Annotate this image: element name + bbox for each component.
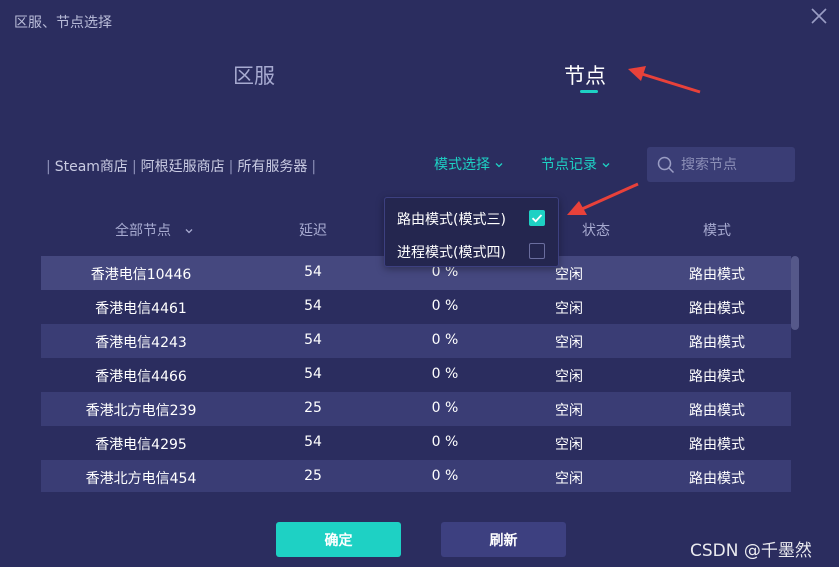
cell-mode: 路由模式 [689, 301, 745, 317]
annotation-arrow-icon [628, 66, 701, 94]
table-row[interactable]: 香港电信4295 54 0 % 空闲 路由模式 [41, 426, 791, 460]
cell-status: 空闲 [555, 369, 583, 385]
store-links: | Steam商店 | 阿根廷服商店 | 所有服务器 | [42, 156, 320, 176]
cell-latency: 25 [304, 400, 322, 416]
mode-select-button[interactable]: 模式选择 [434, 154, 503, 174]
refresh-button[interactable]: 刷新 [441, 522, 566, 557]
watermark: CSDN @千墨然 [690, 541, 812, 561]
tab-region[interactable]: 区服 [233, 60, 275, 90]
header-status-label: 状态 [582, 223, 610, 239]
cell-loss: 0 % [431, 366, 459, 382]
node-record-button[interactable]: 节点记录 [541, 154, 610, 174]
table-row[interactable]: 香港电信4461 54 0 % 空闲 路由模式 [41, 290, 791, 324]
cell-status: 空闲 [555, 301, 583, 317]
store-separator: | [311, 159, 317, 175]
cell-latency: 54 [304, 434, 322, 450]
cell-node-name: 香港电信4466 [95, 369, 187, 385]
check-icon [531, 214, 543, 223]
mode-option-checkbox[interactable] [529, 243, 545, 259]
cell-latency: 54 [304, 298, 322, 314]
cell-mode: 路由模式 [689, 369, 745, 385]
search-box[interactable] [647, 147, 795, 182]
mode-option-process[interactable]: 进程模式(模式四) [397, 240, 549, 262]
cell-status: 空闲 [555, 403, 583, 419]
cell-loss: 0 % [431, 434, 459, 450]
cell-status: 空闲 [555, 335, 583, 351]
cell-node-name: 香港电信4461 [95, 301, 187, 317]
cell-loss: 0 % [431, 332, 459, 348]
cell-status: 空闲 [555, 267, 583, 283]
chevron-down-icon [185, 229, 193, 234]
cell-latency: 54 [304, 264, 322, 280]
cell-node-name: 香港电信10446 [90, 267, 192, 283]
tab-node[interactable]: 节点 [564, 60, 606, 90]
mode-option-label: 进程模式(模式四) [397, 245, 506, 261]
header-mode: 模式 [703, 223, 731, 239]
cell-loss: 0 % [431, 298, 459, 314]
cell-mode: 路由模式 [689, 471, 745, 487]
store-link-steam[interactable]: Steam商店 [55, 159, 128, 175]
cell-loss: 0 % [431, 468, 459, 484]
table-row[interactable]: 香港电信4243 54 0 % 空闲 路由模式 [41, 324, 791, 358]
cell-node-name: 香港电信4295 [95, 437, 187, 453]
cell-node-name: 香港北方电信454 [85, 471, 197, 487]
mode-option-checkbox[interactable] [529, 210, 545, 226]
table-row[interactable]: 香港北方电信239 25 0 % 空闲 路由模式 [41, 392, 791, 426]
cell-node-name: 香港北方电信239 [85, 403, 197, 419]
table-row[interactable]: 香港电信4466 54 0 % 空闲 路由模式 [41, 358, 791, 392]
window-title: 区服、节点选择 [14, 15, 112, 31]
active-tab-indicator [580, 90, 598, 93]
node-record-label: 节点记录 [541, 157, 597, 173]
mode-option-route[interactable]: 路由模式(模式三) [397, 207, 549, 229]
store-separator: | [228, 159, 234, 175]
confirm-button[interactable]: 确定 [276, 522, 401, 557]
store-separator: | [46, 159, 51, 175]
header-all-nodes[interactable]: 全部节点 [79, 220, 229, 240]
search-icon [657, 156, 675, 173]
close-button[interactable] [809, 6, 829, 26]
store-separator: | [131, 159, 137, 175]
cell-latency: 25 [304, 468, 322, 484]
cell-status: 空闲 [555, 471, 583, 487]
chevron-down-icon [495, 163, 503, 168]
cell-loss: 0 % [431, 400, 459, 416]
chevron-down-icon [602, 163, 610, 168]
cell-latency: 54 [304, 366, 322, 382]
cell-mode: 路由模式 [689, 267, 745, 283]
node-selection-window: 区服、节点选择 区服 节点 | Steam商店 | 阿根廷服商店 | 所有服务器 | 模式选… [0, 0, 839, 567]
node-table-body: 香港电信10446 54 0 % 空闲 路由模式 香港电信4461 54 0 %… [41, 256, 791, 492]
mode-option-label: 路由模式(模式三) [397, 212, 506, 228]
table-scrollbar[interactable] [791, 256, 799, 330]
mode-select-label: 模式选择 [434, 157, 490, 173]
mode-dropdown-menu: 路由模式(模式三) 进程模式(模式四) [384, 197, 559, 267]
search-input[interactable] [681, 156, 791, 173]
store-link-argentina[interactable]: 阿根廷服商店 [141, 159, 225, 175]
cell-node-name: 香港电信4243 [95, 335, 187, 351]
cell-mode: 路由模式 [689, 335, 745, 351]
cell-mode: 路由模式 [689, 403, 745, 419]
header-all-nodes-label: 全部节点 [115, 223, 171, 239]
cell-status: 空闲 [555, 437, 583, 453]
store-link-all-servers[interactable]: 所有服务器 [237, 159, 307, 175]
table-row[interactable]: 香港北方电信454 25 0 % 空闲 路由模式 [41, 460, 791, 492]
close-icon [811, 8, 827, 24]
cell-mode: 路由模式 [689, 437, 745, 453]
header-latency: 延迟 [299, 223, 327, 239]
cell-latency: 54 [304, 332, 322, 348]
